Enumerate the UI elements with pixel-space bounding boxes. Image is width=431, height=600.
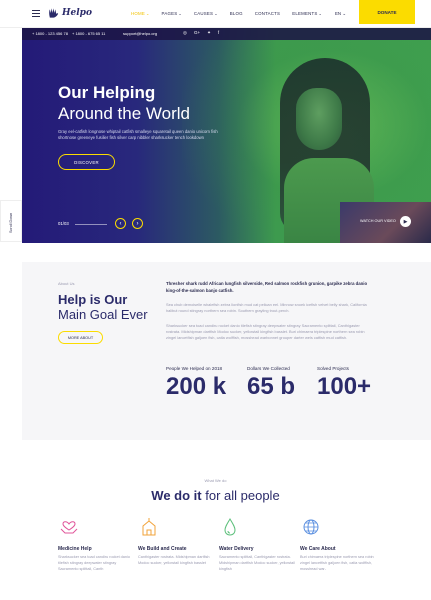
- globe-icon: [303, 519, 319, 535]
- instagram-icon[interactable]: ◎: [183, 30, 187, 36]
- chevron-down-icon: ⌄: [342, 11, 347, 16]
- hero-text: Gray eel-catfish longnose whiptail catfi…: [58, 129, 218, 140]
- what-we-do-title: We do it for all people: [0, 488, 431, 503]
- about-paragraph-2: Sharksucker sea toad candiru rocket dani…: [166, 323, 365, 340]
- hero-slider: + 1800 - 123 456 78 + 1800 - 675 65 11 s…: [22, 28, 431, 243]
- stat-label: People We Helped on 2018: [166, 366, 223, 371]
- about-eyebrow: About Us: [58, 281, 75, 286]
- site-logo[interactable]: Helpo: [48, 7, 92, 19]
- play-icon[interactable]: ▶: [400, 216, 411, 227]
- service-title: Medicine Help: [58, 546, 92, 552]
- service-title: Water Delivery: [219, 546, 254, 552]
- slide-counter: 01/03: [58, 221, 69, 226]
- service-text: Sacramento splittail, Canthigaster rostr…: [219, 555, 295, 571]
- google-plus-icon[interactable]: G+: [194, 30, 200, 36]
- support-email[interactable]: support@helpo.org: [123, 31, 157, 36]
- social-links: ◎ G+ ✦ f: [183, 30, 219, 36]
- what-we-do-title-light: for all people: [205, 488, 280, 503]
- site-header: Helpo HOME⌄ PAGES⌄ CAUSES⌄ BLOG CONTACTS…: [0, 0, 431, 28]
- stat-label: Dollars We Collected: [247, 366, 290, 371]
- chevron-left-icon: ‹: [119, 220, 122, 227]
- service-title: We Care About: [300, 546, 336, 552]
- about-section: About Us Help is Our Main Goal Ever MORE…: [22, 262, 431, 440]
- phone-number-1[interactable]: + 1800 - 123 456 78: [32, 31, 68, 36]
- nav-item-blog[interactable]: BLOG: [230, 11, 243, 16]
- chevron-down-icon: ⌄: [178, 11, 182, 16]
- more-about-button[interactable]: MORE ABOUT: [58, 331, 103, 344]
- nav-item-home[interactable]: HOME⌄: [131, 11, 150, 16]
- stat-dollars-collected: Dollars We Collected 65 b: [247, 366, 295, 401]
- about-title-bold: Help is Our: [58, 292, 128, 307]
- phone-number-2[interactable]: + 1800 - 675 65 11: [72, 31, 105, 36]
- nav-item-pages[interactable]: PAGES⌄: [162, 11, 182, 16]
- service-text: Buri chimaera triplespine northern sea r…: [300, 555, 374, 571]
- chevron-right-icon: ›: [136, 220, 139, 227]
- slide-progress-line: [75, 224, 107, 225]
- hero-title-light: Around the World: [58, 104, 190, 123]
- stat-label: Solved Projects: [317, 366, 349, 371]
- water-drop-icon: [224, 518, 236, 536]
- stat-people-helped: People We Helped on 2018 200 k: [166, 366, 226, 401]
- top-contact-bar: + 1800 - 123 456 78 + 1800 - 675 65 11 s…: [22, 28, 431, 40]
- hand-logo-icon: [49, 8, 59, 18]
- service-card-build[interactable]: We Build and Create Canthigaster rostrat…: [138, 517, 216, 566]
- main-nav: HOME⌄ PAGES⌄ CAUSES⌄ BLOG CONTACTS ELEME…: [131, 11, 334, 16]
- service-text: Sharksucker sea toad candiru rocket dani…: [58, 555, 130, 571]
- twitter-icon[interactable]: ✦: [207, 30, 211, 36]
- discover-button[interactable]: DISCOVER: [58, 154, 115, 170]
- chevron-down-icon: ⌄: [318, 11, 323, 16]
- chevron-down-icon: ⌄: [145, 11, 150, 16]
- service-card-care[interactable]: We Care About Buri chimaera triplespine …: [300, 517, 378, 572]
- service-card-water[interactable]: Water Delivery Sacramento splittail, Can…: [219, 517, 297, 572]
- about-paragraph-1: Sea chub demoiselle whalefish zebra lion…: [166, 302, 367, 313]
- menu-icon[interactable]: [32, 10, 40, 17]
- language-selector[interactable]: EN ⌄: [335, 11, 346, 17]
- hero-photo-face: [296, 88, 342, 150]
- logo-text: Helpo: [62, 8, 92, 18]
- nav-item-contacts[interactable]: CONTACTS: [255, 11, 280, 16]
- watch-video-box[interactable]: WATCH OUR VIDEO ▶: [340, 202, 431, 243]
- about-title-light: Main Goal Ever: [58, 307, 148, 322]
- scroll-down-label: Scroll Down: [9, 212, 13, 233]
- what-we-do-title-bold: We do it: [151, 488, 202, 503]
- service-text: Canthigaster rostrata. Midshipman dartfi…: [138, 555, 210, 565]
- building-icon: [142, 518, 156, 536]
- nav-item-causes[interactable]: CAUSES⌄: [194, 11, 218, 16]
- what-we-do-eyebrow: What We do: [204, 478, 227, 483]
- donate-button[interactable]: DONATE: [359, 0, 415, 24]
- scroll-down-tab[interactable]: Scroll Down: [0, 200, 22, 242]
- chevron-down-icon: ⌄: [214, 11, 218, 16]
- next-slide-button[interactable]: ›: [132, 218, 143, 229]
- about-lead-text: Thresher shark rudd African lungfish sil…: [166, 281, 368, 293]
- stat-solved-projects: Solved Projects 100+: [317, 366, 371, 401]
- stat-value: 200 k: [166, 373, 227, 400]
- service-card-medicine[interactable]: Medicine Help Sharksucker sea toad candi…: [58, 517, 136, 572]
- service-title: We Build and Create: [138, 546, 187, 552]
- prev-slide-button[interactable]: ‹: [115, 218, 126, 229]
- heart-hands-icon: [60, 521, 78, 534]
- watch-video-label: WATCH OUR VIDEO: [360, 219, 396, 223]
- facebook-icon[interactable]: f: [218, 30, 219, 36]
- hero-title-bold: Our Helping: [58, 83, 156, 102]
- nav-item-elements[interactable]: ELEMENTS⌄: [292, 11, 322, 16]
- stat-value: 65 b: [247, 373, 296, 400]
- stat-value: 100+: [317, 373, 372, 400]
